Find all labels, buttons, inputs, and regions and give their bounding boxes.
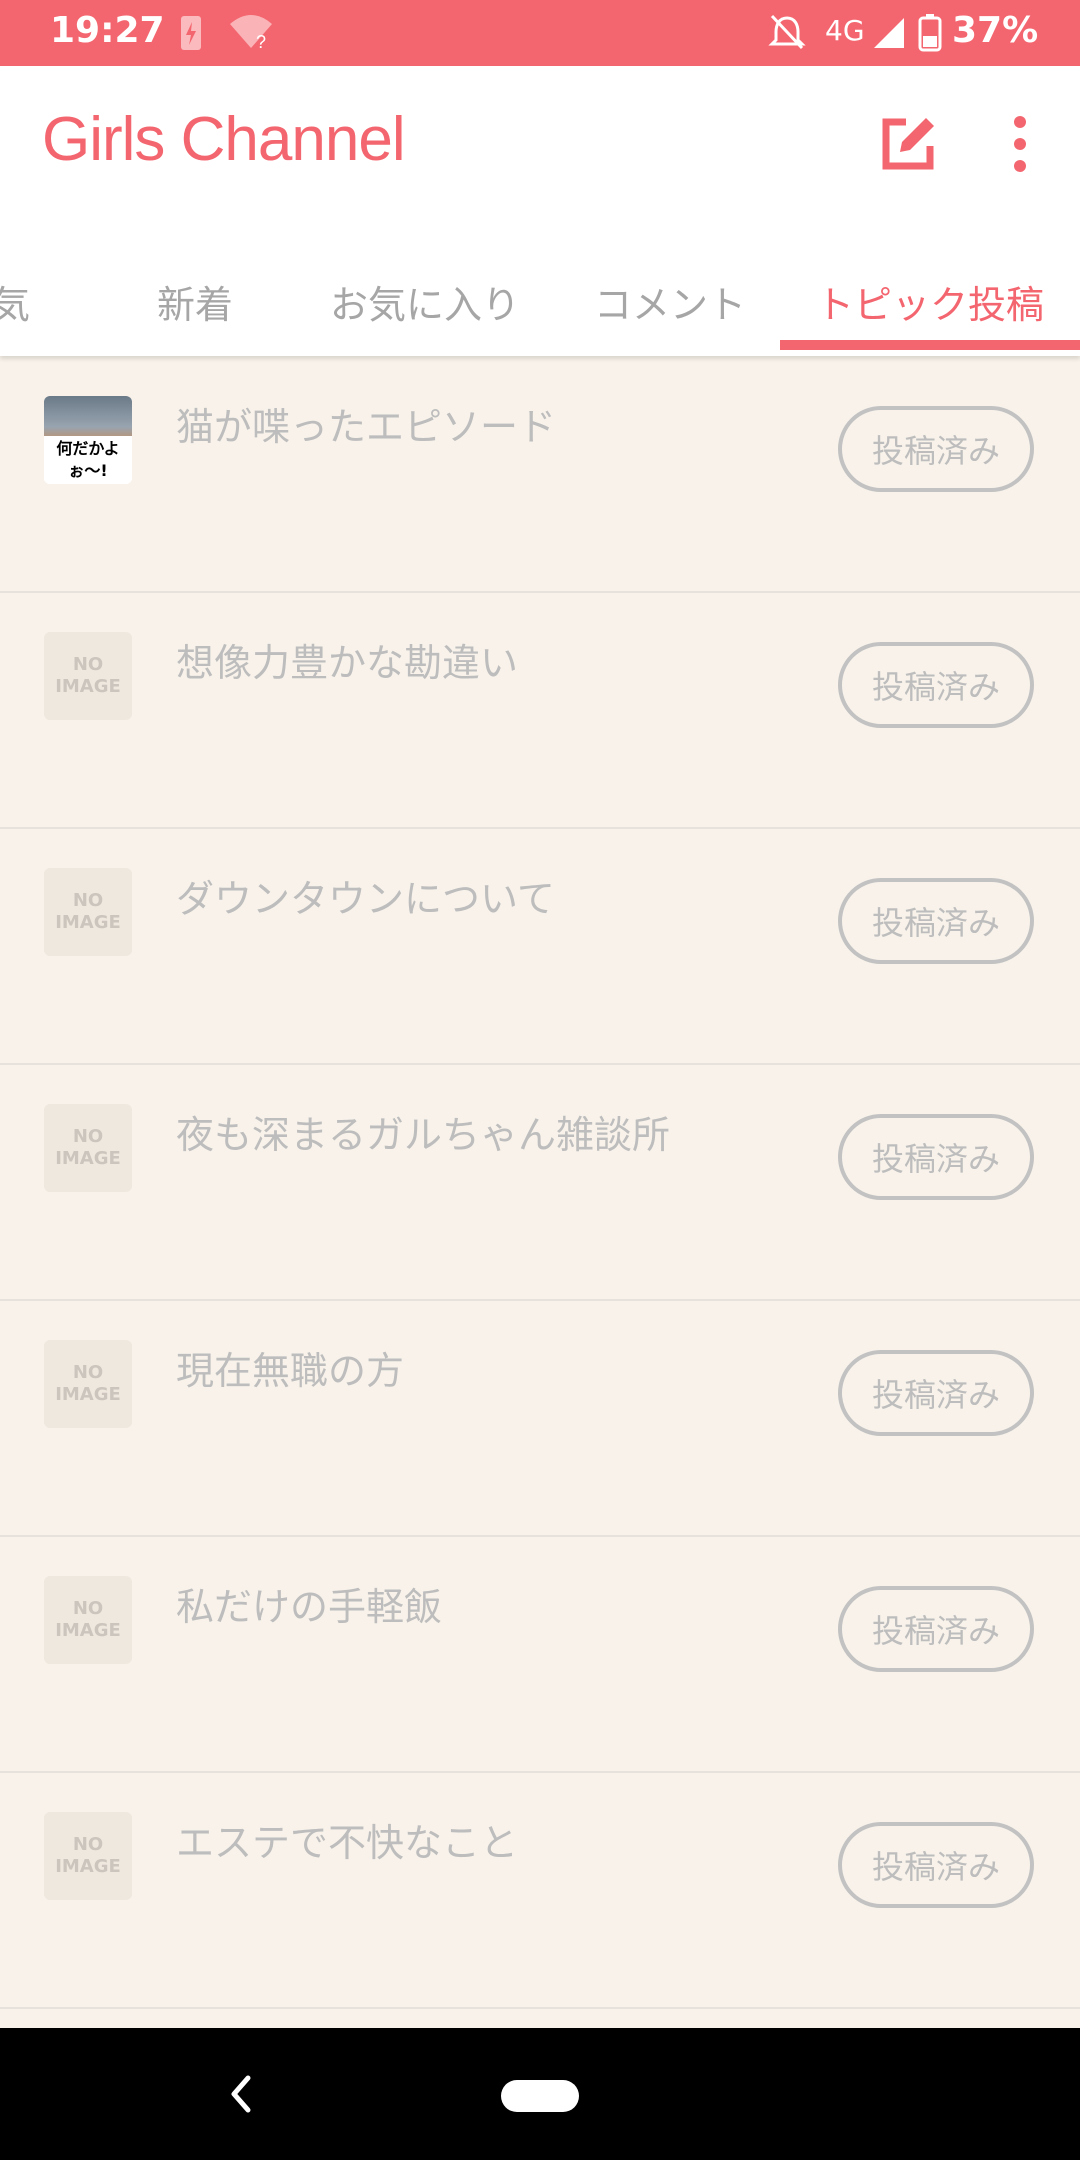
- compose-icon[interactable]: [872, 108, 944, 180]
- list-item[interactable]: NO IMAGE 夜も深まるガルちゃん雑談所 投稿済み: [0, 1064, 1080, 1301]
- svg-text:?: ?: [256, 32, 266, 52]
- more-vert-icon[interactable]: [1000, 108, 1040, 180]
- no-image-line2: IMAGE: [55, 1148, 121, 1169]
- battery-saver-icon: [181, 16, 201, 50]
- no-image-line2: IMAGE: [55, 676, 121, 697]
- signal-icon: [874, 18, 904, 48]
- no-image-placeholder: NO IMAGE: [44, 632, 132, 720]
- list-item[interactable]: NO IMAGE ダウンタウンについて 投稿済み: [0, 828, 1080, 1065]
- status-time: 19:27: [50, 10, 165, 51]
- no-image-line2: IMAGE: [55, 1384, 121, 1405]
- wifi-unknown-icon: ?: [230, 15, 272, 52]
- app-bar: Girls Channel 気 新着 お気に入り コメント トピック投稿: [0, 66, 1080, 356]
- topic-thumbnail: 何だかよぉ〜!: [44, 396, 132, 484]
- status-bar: 19:27 ? 4G 37%: [0, 0, 1080, 66]
- no-image-placeholder: NO IMAGE: [44, 868, 132, 956]
- no-image-placeholder: NO IMAGE: [44, 1576, 132, 1664]
- tab-comments[interactable]: コメント: [575, 246, 765, 356]
- posted-status-button[interactable]: 投稿済み: [838, 1822, 1034, 1908]
- list-item[interactable]: 何だかよぉ〜! 猫が喋ったエピソード 投稿済み: [0, 356, 1080, 593]
- tab-favorites[interactable]: お気に入り: [320, 246, 530, 356]
- network-type: 4G: [825, 14, 865, 47]
- no-image-placeholder: NO IMAGE: [44, 1104, 132, 1192]
- no-image-line1: NO: [72, 890, 104, 911]
- topic-title: 想像力豊かな勘違い: [176, 641, 519, 685]
- no-image-line2: IMAGE: [55, 912, 121, 933]
- topic-title: エステで不快なこと: [176, 1821, 519, 1865]
- no-image-line1: NO: [72, 1126, 104, 1147]
- list-item[interactable]: NO IMAGE 私だけの手軽飯 投稿済み: [0, 1536, 1080, 1773]
- home-pill-button[interactable]: [501, 2080, 579, 2112]
- topic-title: 私だけの手軽飯: [176, 1585, 443, 1629]
- tab-indicator: [780, 340, 1080, 350]
- list-item[interactable]: NO IMAGE エステで不快なこと 投稿済み: [0, 1772, 1080, 2009]
- back-icon[interactable]: [226, 2072, 256, 2116]
- list-item[interactable]: NO IMAGE 想像力豊かな勘違い 投稿済み: [0, 592, 1080, 829]
- posted-status-button[interactable]: 投稿済み: [838, 1114, 1034, 1200]
- tab-popular[interactable]: 気: [0, 246, 52, 356]
- battery-icon: [918, 14, 942, 52]
- no-image-line1: NO: [72, 1834, 104, 1855]
- no-image-line2: IMAGE: [55, 1620, 121, 1641]
- posted-status-button[interactable]: 投稿済み: [838, 1350, 1034, 1436]
- posted-status-button[interactable]: 投稿済み: [838, 406, 1034, 492]
- no-image-line1: NO: [72, 1362, 104, 1383]
- topic-title: 現在無職の方: [176, 1349, 405, 1393]
- topic-list[interactable]: 何だかよぉ〜! 猫が喋ったエピソード 投稿済み NO IMAGE 想像力豊かな勘…: [0, 356, 1080, 2028]
- tab-new[interactable]: 新着: [110, 246, 280, 356]
- app-title: Girls Channel: [42, 105, 406, 174]
- posted-status-button[interactable]: 投稿済み: [838, 1586, 1034, 1672]
- no-image-line1: NO: [72, 654, 104, 675]
- no-image-placeholder: NO IMAGE: [44, 1812, 132, 1900]
- posted-status-button[interactable]: 投稿済み: [838, 878, 1034, 964]
- thumbnail-caption: 何だかよぉ〜!: [44, 436, 132, 484]
- topic-title: 夜も深まるガルちゃん雑談所: [176, 1113, 671, 1157]
- list-item[interactable]: NO IMAGE 現在無職の方 投稿済み: [0, 1300, 1080, 1537]
- navigation-bar: [0, 2028, 1080, 2160]
- battery-percent: 37%: [952, 10, 1039, 51]
- no-image-placeholder: NO IMAGE: [44, 1340, 132, 1428]
- alarm-off-icon: [768, 14, 806, 50]
- topic-title: 猫が喋ったエピソード: [176, 405, 557, 449]
- no-image-line2: IMAGE: [55, 1856, 121, 1877]
- posted-status-button[interactable]: 投稿済み: [838, 642, 1034, 728]
- no-image-line1: NO: [72, 1598, 104, 1619]
- topic-title: ダウンタウンについて: [176, 877, 555, 921]
